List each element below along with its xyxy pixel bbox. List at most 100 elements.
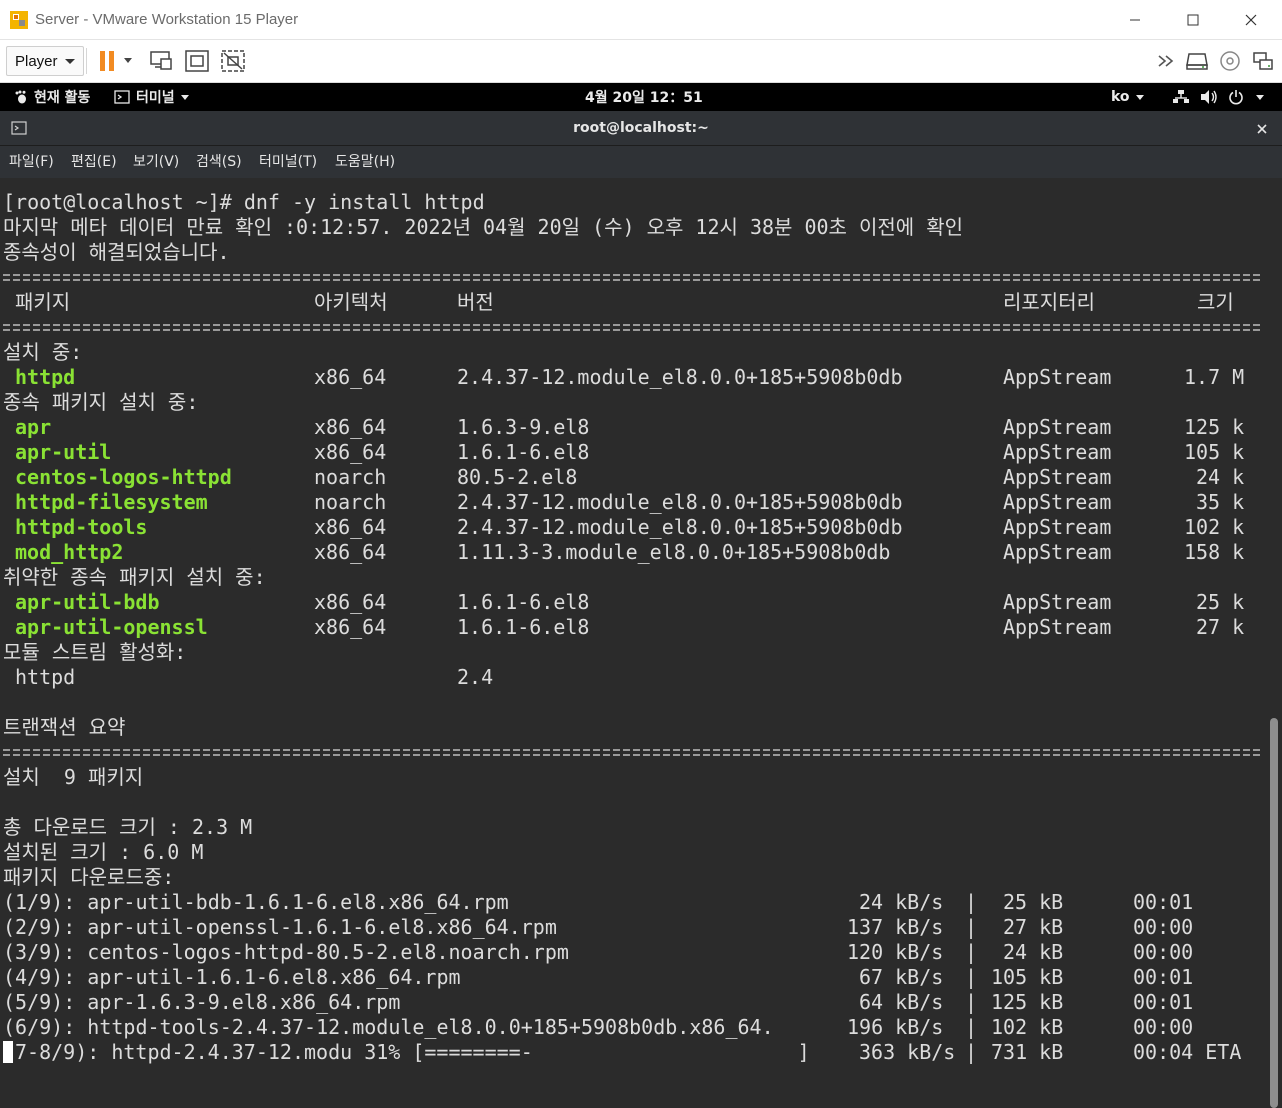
download-row: (4/9): apr-util-1.6.1-6.el8.x86_64.rpm 6… — [3, 965, 1265, 990]
package-name: apr — [15, 415, 52, 439]
package-name: apr-util-openssl — [15, 615, 208, 639]
send-ctrl-alt-del-icon — [150, 51, 172, 70]
column-divider: | — [965, 940, 978, 964]
package-arch: x86_64 — [314, 540, 387, 564]
minimize-button[interactable] — [1106, 0, 1164, 40]
column-divider: | — [965, 915, 978, 939]
metadata-expiry-line: 마지막 메타 데이터 만료 확인 :0:12:57. 2022년 04월 20일… — [3, 215, 964, 239]
maximize-button[interactable] — [1164, 0, 1222, 40]
package-arch: x86_64 — [314, 440, 387, 464]
package-arch: x86_64 — [314, 615, 387, 639]
menu-file[interactable]: 파일(F) — [9, 146, 54, 178]
package-arch: x86_64 — [314, 515, 387, 539]
package-row: mod_http2 x86_64 1.11.3-3.module_el8.0.0… — [3, 540, 1265, 565]
pause-button[interactable] — [94, 46, 138, 76]
column-divider: | — [965, 1015, 978, 1039]
package-name: httpd-filesystem — [15, 490, 208, 514]
download-row: (2/9): apr-util-openssl-1.6.1-6.el8.x86_… — [3, 915, 1265, 940]
terminal-output[interactable]: [root@localhost ~]# dnf -y install httpd… — [0, 178, 1266, 1108]
progress-time: 00:04 ETA — [1133, 1040, 1242, 1064]
package-version: 1.11.3-3.module_el8.0.0+185+5908b0db — [457, 540, 891, 564]
download-time: 00:01 — [1133, 965, 1194, 989]
download-rate: 196 kB/s — [847, 1015, 944, 1039]
player-menu-label: Player — [15, 52, 58, 70]
download-file: (1/9): apr-util-bdb-1.6.1-6.el8.x86_64.r… — [3, 890, 509, 914]
send-ctrl-alt-del-button[interactable] — [144, 46, 178, 76]
toolbar-divider — [86, 48, 87, 74]
downloading-heading: 패키지 다운로드중: — [3, 865, 175, 889]
column-divider: | — [965, 1040, 978, 1064]
package-version: 2.4.37-12.module_el8.0.0+185+5908b0db — [457, 515, 903, 539]
download-time: 00:00 — [1133, 915, 1194, 939]
menu-search[interactable]: 검색(S) — [196, 146, 242, 178]
package-version: 1.6.1-6.el8 — [457, 615, 590, 639]
group-heading-installing: 설치 중: — [3, 340, 83, 364]
installed-size-line: 설치된 크기 : 6.0 M — [3, 840, 204, 864]
scrollbar-thumb[interactable] — [1270, 718, 1278, 1108]
terminal-close-button[interactable] — [1250, 111, 1274, 146]
download-file: (4/9): apr-util-1.6.1-6.el8.x86_64.rpm — [3, 965, 461, 989]
network-adapter-icon — [1253, 52, 1273, 70]
activities-button[interactable]: 현재 활동 — [14, 83, 90, 111]
terminal-headerbar: root@localhost:~ — [0, 111, 1282, 146]
package-name: centos-logos-httpd — [15, 465, 232, 489]
maximize-icon — [1187, 14, 1199, 26]
system-status-menu[interactable] — [1172, 83, 1264, 111]
package-name: httpd — [15, 365, 76, 389]
menu-view[interactable]: 보기(V) — [133, 146, 179, 178]
package-size: 105 k — [1184, 440, 1245, 464]
clock-button[interactable]: 4월 20일 12：51 — [585, 83, 703, 111]
menu-terminal[interactable]: 터미널(T) — [259, 146, 317, 178]
close-button[interactable] — [1222, 0, 1280, 40]
download-file: (3/9): centos-logos-httpd-80.5-2.el8.noa… — [3, 940, 569, 964]
download-rate: 137 kB/s — [847, 915, 944, 939]
package-size: 24 k — [1196, 465, 1245, 489]
download-row: (6/9): httpd-tools-2.4.37-12.module_el8.… — [3, 1015, 1265, 1040]
progress-size: 731 kB — [991, 1040, 1064, 1064]
cd-dvd-device-button[interactable] — [1215, 46, 1245, 76]
package-name: apr-util — [15, 440, 112, 464]
overflow-button[interactable] — [1152, 46, 1182, 76]
package-arch: x86_64 — [314, 365, 387, 389]
pause-icon — [100, 51, 132, 71]
col-header-size: 크기 — [1197, 290, 1234, 314]
input-method-button[interactable]: ko — [1111, 83, 1144, 111]
package-version: 2.4.37-12.module_el8.0.0+185+5908b0db — [457, 490, 903, 514]
package-arch: noarch — [314, 465, 387, 489]
chevron-down-icon — [180, 94, 189, 100]
unity-icon — [221, 50, 245, 72]
menu-help[interactable]: 도움말(H) — [335, 146, 395, 178]
app-menu-button[interactable]: 터미널 — [114, 83, 189, 111]
module-version: 2.4 — [457, 665, 494, 689]
separator-line — [3, 265, 1265, 290]
col-header-arch: 아키텍처 — [314, 290, 388, 314]
menu-edit[interactable]: 편집(E) — [71, 146, 117, 178]
download-rate: 64 kB/s — [859, 990, 944, 1014]
column-divider: | — [965, 990, 978, 1014]
col-header-package: 패키지 — [15, 290, 71, 314]
download-time: 00:00 — [1133, 940, 1194, 964]
package-version: 2.4.37-12.module_el8.0.0+185+5908b0db — [457, 365, 903, 389]
package-version: 80.5-2.el8 — [457, 465, 578, 489]
hard-disk-device-button[interactable] — [1182, 46, 1212, 76]
package-repo: AppStream — [1003, 465, 1112, 489]
player-menu-button[interactable]: Player — [6, 46, 84, 76]
chevron-down-icon — [1256, 94, 1264, 100]
package-repo: AppStream — [1003, 515, 1112, 539]
network-adapter-device-button[interactable] — [1248, 46, 1278, 76]
install-count-line: 설치 9 패키지 — [3, 765, 144, 789]
module-row: httpd 2.4 — [3, 665, 1265, 690]
unity-button[interactable] — [216, 46, 250, 76]
download-time: 00:01 — [1133, 990, 1194, 1014]
package-size: 102 k — [1184, 515, 1245, 539]
window-title: Server - VMware Workstation 15 Player — [35, 11, 299, 28]
package-repo: AppStream — [1003, 615, 1112, 639]
download-file: (6/9): httpd-tools-2.4.37-12.module_el8.… — [3, 1015, 774, 1039]
fit-guest-button[interactable] — [180, 46, 214, 76]
package-version: 1.6.1-6.el8 — [457, 590, 590, 614]
fit-guest-icon — [185, 50, 209, 72]
package-row: apr-util-bdb x86_64 1.6.1-6.el8 AppStrea… — [3, 590, 1265, 615]
package-arch: x86_64 — [314, 415, 387, 439]
package-version: 1.6.1-6.el8 — [457, 440, 590, 464]
terminal-scrollbar[interactable] — [1266, 178, 1282, 1108]
